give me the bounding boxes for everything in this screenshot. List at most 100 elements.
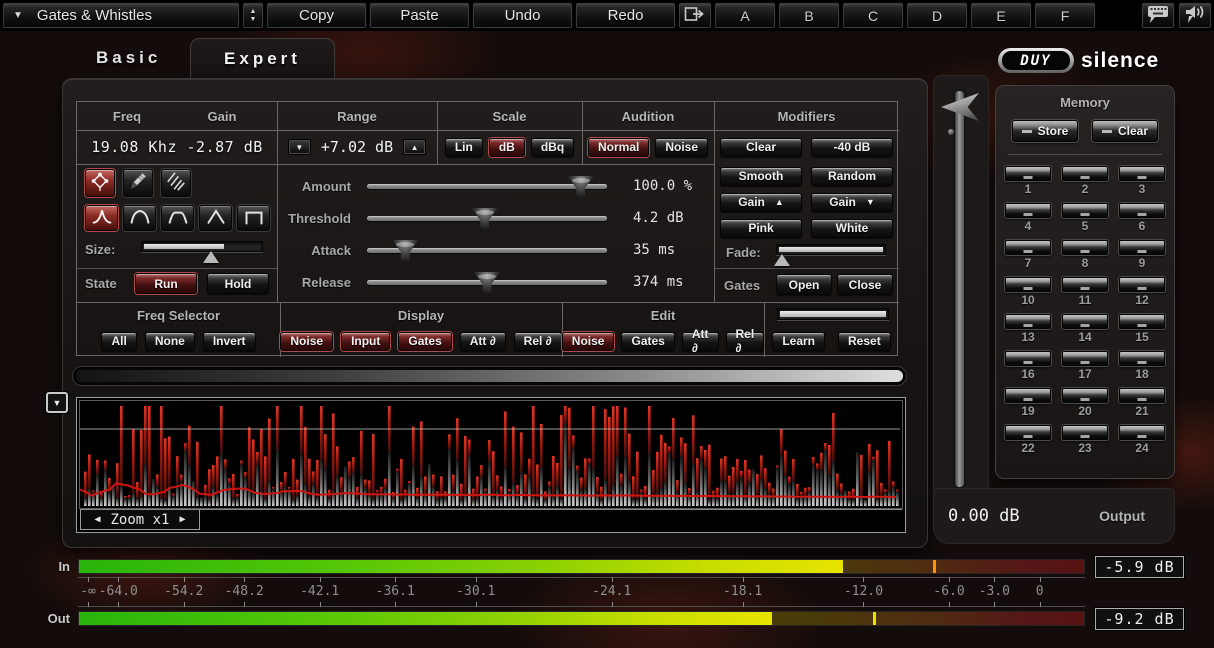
fade-slider-thumb[interactable] — [774, 254, 790, 266]
pencil-tool-button[interactable] — [123, 169, 153, 197]
output-fader-track[interactable] — [955, 91, 964, 487]
edit-button-rel[interactable]: Rel ∂ — [726, 332, 765, 351]
reset-button[interactable]: Reset — [838, 332, 891, 351]
tab-expert[interactable]: Expert — [190, 38, 335, 79]
hold-button[interactable]: Hold — [207, 273, 269, 294]
clear-curve-button[interactable]: Clear — [720, 138, 802, 157]
memory-slot-button-11[interactable] — [1062, 277, 1108, 292]
toolbar-slot-a[interactable]: A — [714, 2, 776, 29]
scale-button-dbq[interactable]: dBq — [531, 138, 574, 157]
memory-slot-button-1[interactable] — [1005, 166, 1051, 181]
spectrum-scrollbar-thumb[interactable] — [76, 370, 903, 382]
minus-40db-button[interactable]: -40 dB — [811, 138, 893, 157]
copy-button[interactable]: Copy — [266, 2, 367, 29]
memory-slot-button-22[interactable] — [1005, 425, 1051, 440]
random-button[interactable]: Random — [811, 167, 893, 186]
memory-slot-button-20[interactable] — [1062, 388, 1108, 403]
release-slider-thumb[interactable] — [473, 272, 501, 293]
pink-button[interactable]: Pink — [720, 219, 802, 238]
threshold-slider-thumb[interactable] — [471, 208, 499, 229]
keyboard-help-button[interactable] — [1141, 2, 1175, 29]
size-slider[interactable] — [141, 241, 263, 252]
memory-slot-button-6[interactable] — [1119, 203, 1165, 218]
tab-basic[interactable]: Basic — [96, 48, 161, 68]
curve-peak-button[interactable] — [85, 205, 118, 231]
gates-open-button[interactable]: Open — [776, 274, 832, 295]
memory-slot-button-19[interactable] — [1005, 388, 1051, 403]
attack-slider[interactable] — [367, 248, 607, 253]
toolbar-slot-e[interactable]: E — [970, 2, 1032, 29]
memory-clear-button[interactable]: Clear — [1092, 120, 1158, 142]
zoom-out-icon[interactable]: ◀ — [94, 514, 100, 525]
toolbar-slot-d[interactable]: D — [906, 2, 968, 29]
scale-button-lin[interactable]: Lin — [445, 138, 483, 157]
memory-slot-button-18[interactable] — [1119, 351, 1165, 366]
amount-slider[interactable] — [367, 184, 607, 189]
memory-slot-button-24[interactable] — [1119, 425, 1165, 440]
scale-button-db[interactable]: dB — [489, 138, 525, 157]
memory-slot-button-10[interactable] — [1005, 277, 1051, 292]
edit-button-noise[interactable]: Noise — [562, 332, 615, 351]
memory-slot-button-17[interactable] — [1062, 351, 1108, 366]
run-button[interactable]: Run — [135, 273, 197, 294]
memory-slot-button-13[interactable] — [1005, 314, 1051, 329]
compare-button[interactable] — [678, 2, 712, 29]
memory-slot-button-16[interactable] — [1005, 351, 1051, 366]
hatch-tool-button[interactable] — [161, 169, 191, 197]
release-slider[interactable] — [367, 280, 607, 285]
freq-selector-button-invert[interactable]: Invert — [203, 332, 256, 351]
toolbar-slot-c[interactable]: C — [842, 2, 904, 29]
display-button-input[interactable]: Input — [341, 332, 390, 351]
memory-slot-button-21[interactable] — [1119, 388, 1165, 403]
range-up-button[interactable]: ▲ — [403, 139, 426, 155]
spectrum-chart[interactable] — [80, 401, 902, 508]
display-button-noise[interactable]: Noise — [280, 332, 333, 351]
size-slider-thumb[interactable] — [203, 251, 219, 263]
toolbar-slot-b[interactable]: B — [778, 2, 840, 29]
audition-button-noise[interactable]: Noise — [655, 138, 708, 157]
edit-button-gates[interactable]: Gates — [621, 332, 674, 351]
spectrum-scrollbar[interactable] — [73, 367, 906, 385]
display-button-rel[interactable]: Rel ∂ — [514, 332, 562, 351]
freq-selector-button-all[interactable]: All — [101, 332, 136, 351]
display-button-att[interactable]: Att ∂ — [460, 332, 506, 351]
zoom-control[interactable]: ◀ Zoom x1 ▶ — [80, 510, 200, 530]
paste-button[interactable]: Paste — [369, 2, 470, 29]
fade-slider[interactable] — [776, 244, 886, 255]
memory-slot-button-4[interactable] — [1005, 203, 1051, 218]
zoom-in-icon[interactable]: ▶ — [180, 514, 186, 525]
curve-plateau-button[interactable] — [161, 205, 194, 231]
memory-slot-button-8[interactable] — [1062, 240, 1108, 255]
freq-selector-button-none[interactable]: None — [145, 332, 195, 351]
memory-slot-button-15[interactable] — [1119, 314, 1165, 329]
white-button[interactable]: White — [811, 219, 893, 238]
memory-slot-button-23[interactable] — [1062, 425, 1108, 440]
gain-up-button[interactable]: Gain▲ — [720, 193, 802, 212]
threshold-slider[interactable] — [367, 216, 607, 221]
attack-slider-thumb[interactable] — [391, 240, 419, 261]
audition-button-normal[interactable]: Normal — [588, 138, 649, 157]
memory-slot-button-7[interactable] — [1005, 240, 1051, 255]
curve-triangle-button[interactable] — [199, 205, 232, 231]
curve-dome-button[interactable] — [123, 205, 156, 231]
memory-slot-button-2[interactable] — [1062, 166, 1108, 181]
memory-slot-button-3[interactable] — [1119, 166, 1165, 181]
amount-slider-thumb[interactable] — [567, 176, 595, 197]
preset-spinner[interactable]: ▲ ▼ — [242, 2, 264, 29]
redo-button[interactable]: Redo — [575, 2, 676, 29]
memory-slot-button-5[interactable] — [1062, 203, 1108, 218]
range-down-button[interactable]: ▼ — [288, 139, 311, 155]
gates-close-button[interactable]: Close — [837, 274, 893, 295]
memory-slot-button-9[interactable] — [1119, 240, 1165, 255]
audio-help-button[interactable] — [1178, 2, 1212, 29]
preset-selector[interactable]: ▼ Gates & Whistles — [2, 2, 240, 29]
memory-slot-button-12[interactable] — [1119, 277, 1165, 292]
node-tool-button[interactable] — [85, 169, 115, 197]
spectrum-marker-button[interactable]: ▼ — [46, 392, 68, 413]
memory-slot-button-14[interactable] — [1062, 314, 1108, 329]
memory-store-button[interactable]: Store — [1012, 120, 1078, 142]
toolbar-slot-f[interactable]: F — [1034, 2, 1096, 29]
edit-button-att[interactable]: Att ∂ — [682, 332, 719, 351]
learn-button[interactable]: Learn — [772, 332, 825, 351]
display-button-gates[interactable]: Gates — [398, 332, 451, 351]
